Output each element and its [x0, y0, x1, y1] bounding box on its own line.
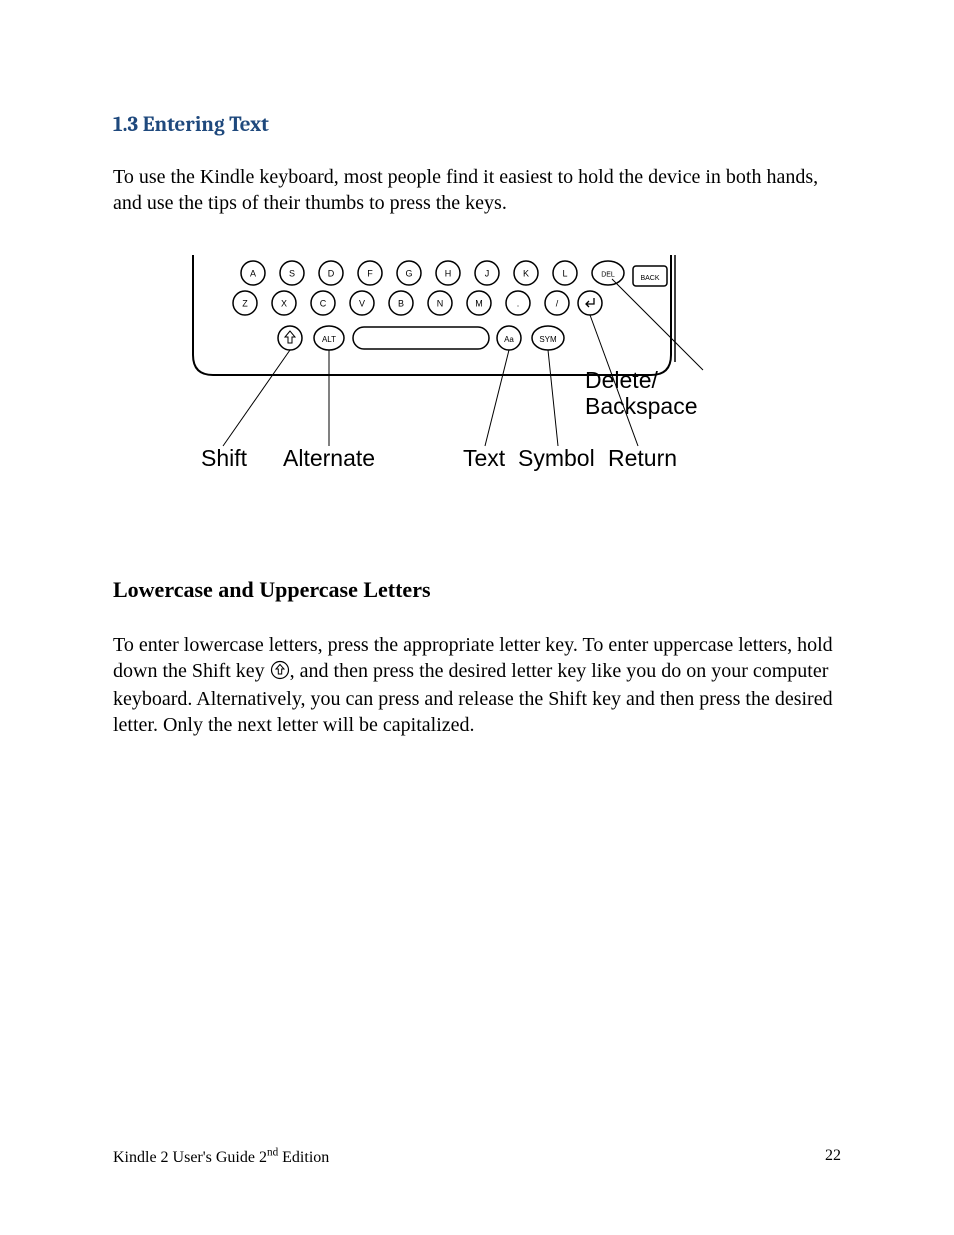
sym-key: SYM: [539, 335, 557, 344]
shift-icon: [270, 660, 290, 688]
svg-text:G: G: [405, 269, 412, 279]
subheading: Lowercase and Uppercase Letters: [113, 577, 841, 603]
svg-text:J: J: [485, 269, 490, 279]
svg-text:D: D: [328, 269, 335, 279]
svg-text:H: H: [445, 269, 452, 279]
section-heading: 1.3 Entering Text: [113, 113, 841, 137]
footer-title: Kindle 2 User's Guide 2nd Edition: [113, 1149, 329, 1166]
text-key: Aa: [504, 335, 514, 344]
svg-text:F: F: [367, 269, 373, 279]
svg-text:A: A: [250, 269, 256, 279]
svg-text:/: /: [556, 299, 559, 309]
svg-text:X: X: [281, 299, 287, 309]
label-delete-1: Delete/: [585, 367, 658, 393]
svg-text:M: M: [475, 299, 483, 309]
back-key: BACK: [640, 275, 659, 282]
label-return: Return: [608, 445, 677, 471]
label-symbol: Symbol: [518, 445, 595, 471]
svg-text:K: K: [523, 269, 529, 279]
page-number: 22: [825, 1147, 841, 1165]
svg-text:B: B: [398, 299, 404, 309]
keyboard-diagram: A S D F G H J K L DEL BACK Z X C V B N M. / ALT Aa SYM S…: [183, 250, 841, 505]
svg-text:V: V: [359, 299, 365, 309]
svg-text:Z: Z: [242, 299, 248, 309]
svg-text:DEL: DEL: [601, 272, 615, 279]
svg-text:C: C: [320, 299, 327, 309]
intro-paragraph: To use the Kindle keyboard, most people …: [113, 165, 841, 216]
footer: Kindle 2 User's Guide 2nd Edition 22: [113, 1147, 841, 1167]
svg-text:N: N: [437, 299, 444, 309]
sub-paragraph: To enter lowercase letters, press the ap…: [113, 633, 841, 738]
label-delete-2: Backspace: [585, 393, 698, 419]
alt-key: ALT: [322, 335, 336, 344]
svg-text:.: .: [517, 299, 520, 309]
label-alternate: Alternate: [283, 445, 375, 471]
label-text: Text: [463, 445, 506, 471]
svg-text:L: L: [562, 269, 567, 279]
svg-text:S: S: [289, 269, 295, 279]
label-shift: Shift: [201, 445, 248, 471]
